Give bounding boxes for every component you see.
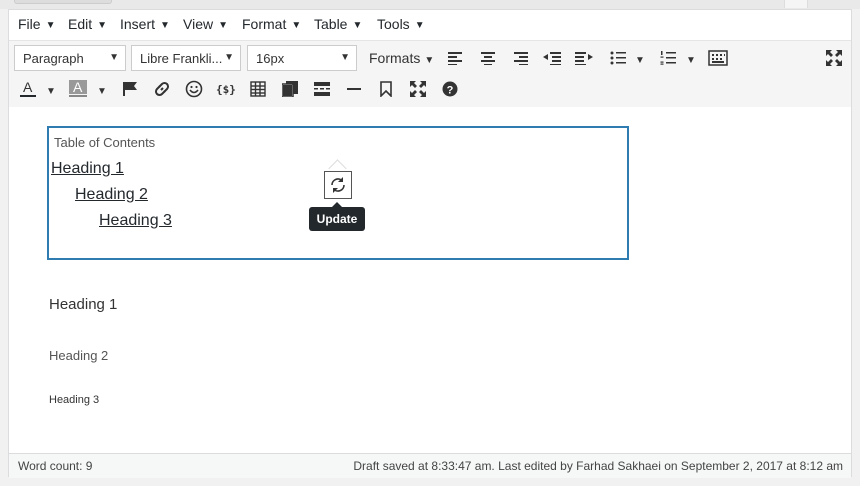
help-icon[interactable]: ? <box>438 77 462 101</box>
editor-tab[interactable] <box>14 0 112 4</box>
svg-text:A: A <box>73 80 83 95</box>
caret-down-icon: ▼ <box>97 20 108 31</box>
page-break-icon[interactable] <box>310 77 334 101</box>
emoticon-icon[interactable] <box>182 77 206 101</box>
toc-title: Table of Contents <box>54 135 156 150</box>
font-family-value: Libre Frankli... <box>140 51 223 66</box>
draft-saved-status: Draft saved at 8:33:47 am. Last edited b… <box>353 459 843 473</box>
menu-insert[interactable]: Insert ▼ <box>120 16 170 32</box>
caret-down-icon: ▼ <box>291 20 302 31</box>
horizontal-rule-icon[interactable] <box>342 77 366 101</box>
numbered-list-dropdown-icon[interactable]: ▼ <box>686 55 696 66</box>
background-color-icon[interactable]: A <box>66 77 90 101</box>
formats-label: Formats <box>369 50 421 66</box>
menu-insert-label: Insert <box>120 16 156 32</box>
indent-icon[interactable] <box>572 46 596 70</box>
toolbar-toggle-icon[interactable] <box>706 46 730 70</box>
menu-file[interactable]: File ▼ <box>18 16 55 32</box>
svg-text:A: A <box>23 80 33 95</box>
toolbar: Paragraph ▼ Libre Frankli... ▼ 16px ▼ Forma… <box>9 40 851 108</box>
menu-file-label: File <box>18 16 41 32</box>
menu-edit-label: Edit <box>68 16 93 32</box>
background-color-dropdown-icon[interactable]: ▼ <box>97 86 107 97</box>
caret-down-icon: ▼ <box>45 20 56 31</box>
fullscreen-icon[interactable] <box>822 46 846 70</box>
toc-link-heading-3[interactable]: Heading 3 <box>99 212 172 230</box>
status-bar: Word count: 9 Draft saved at 8:33:47 am.… <box>9 453 851 478</box>
caret-down-icon: ▼ <box>424 55 435 66</box>
word-count: Word count: 9 <box>18 459 93 473</box>
menu-format[interactable]: Format ▼ <box>242 16 301 32</box>
align-right-icon[interactable] <box>508 46 532 70</box>
update-tooltip: Update <box>309 202 365 231</box>
caret-down-icon: ▼ <box>352 20 363 31</box>
font-family-select[interactable]: Libre Frankli... ▼ <box>131 45 241 71</box>
caret-down-icon: ▼ <box>340 52 350 63</box>
block-format-value: Paragraph <box>23 51 84 66</box>
menu-view[interactable]: View ▼ <box>183 16 228 32</box>
editor-tab-secondary[interactable] <box>784 0 808 8</box>
menu-tools[interactable]: Tools ▼ <box>377 16 425 32</box>
content-heading-3: Heading 3 <box>49 394 100 406</box>
toc-link-heading-2[interactable]: Heading 2 <box>75 186 148 204</box>
paste-icon[interactable] <box>278 77 302 101</box>
content-heading-2: Heading 2 <box>49 348 109 363</box>
svg-text:?: ? <box>447 85 454 97</box>
toc-link-heading-1[interactable]: Heading 1 <box>51 160 124 178</box>
top-strip <box>0 0 860 9</box>
link-icon[interactable] <box>150 77 174 101</box>
block-format-select[interactable]: Paragraph ▼ <box>14 45 126 71</box>
table-icon[interactable] <box>246 77 270 101</box>
font-size-select[interactable]: 16px ▼ <box>247 45 357 71</box>
bullet-list-dropdown-icon[interactable]: ▼ <box>635 55 645 66</box>
numbered-list-icon[interactable] <box>656 46 680 70</box>
menu-table-label: Table <box>314 16 348 32</box>
caret-down-icon: ▼ <box>224 52 234 63</box>
menu-format-label: Format <box>242 16 287 32</box>
align-left-icon[interactable] <box>444 46 468 70</box>
flag-icon[interactable] <box>118 77 142 101</box>
text-color-icon[interactable]: A <box>16 77 40 101</box>
editor-content[interactable]: Table of Contents Heading 1 Heading 2 He… <box>9 107 851 452</box>
formats-menu[interactable]: Formats ▼ <box>369 50 434 66</box>
caret-down-icon: ▼ <box>109 52 119 63</box>
content-heading-1: Heading 1 <box>49 296 118 313</box>
bullet-list-icon[interactable] <box>606 46 630 70</box>
menu-edit[interactable]: Edit ▼ <box>68 16 107 32</box>
caret-down-icon: ▼ <box>218 20 228 31</box>
distraction-free-icon[interactable] <box>406 77 430 101</box>
tinymce-editor: File ▼ Edit ▼ Insert ▼ View ▼ Format ▼ Table ▼… <box>8 9 852 478</box>
outdent-icon[interactable] <box>540 46 564 70</box>
menu-table[interactable]: Table ▼ <box>314 16 362 32</box>
text-color-dropdown-icon[interactable]: ▼ <box>46 86 56 97</box>
menu-view-label: View <box>183 16 214 32</box>
menu-tools-label: Tools <box>377 16 410 32</box>
align-center-icon[interactable] <box>476 46 500 70</box>
bookmark-icon[interactable] <box>374 77 398 101</box>
update-toc-button[interactable] <box>324 171 352 199</box>
caret-down-icon: ▼ <box>414 20 425 31</box>
font-size-value: 16px <box>256 51 285 66</box>
caret-down-icon: ▼ <box>160 20 170 31</box>
refresh-icon <box>331 177 345 193</box>
code-icon[interactable]: {$} <box>214 77 238 101</box>
svg-text:{$}: {$} <box>216 83 236 96</box>
menubar: File ▼ Edit ▼ Insert ▼ View ▼ Format ▼ Table ▼… <box>9 10 851 40</box>
